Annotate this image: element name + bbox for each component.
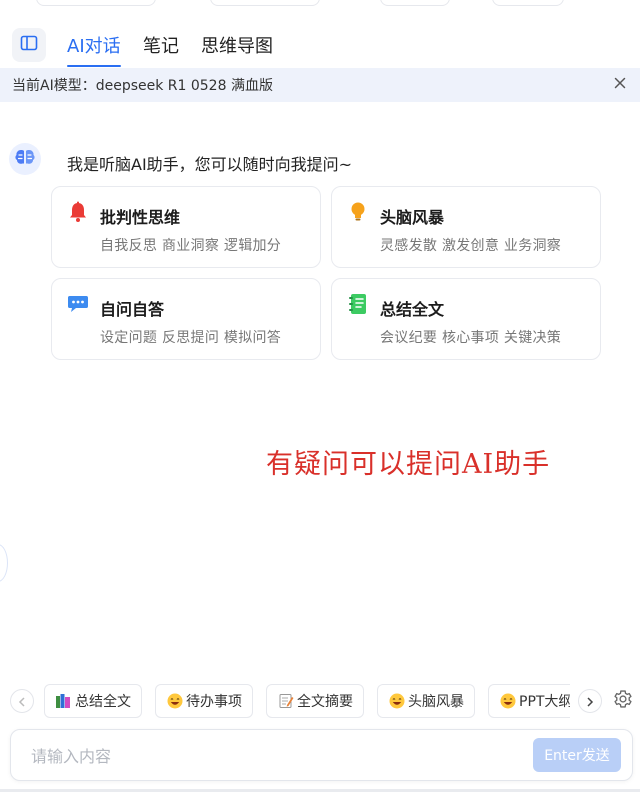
notebook-icon xyxy=(347,293,369,315)
cropped-pill xyxy=(36,0,156,6)
sidebar-panel-icon xyxy=(20,35,38,55)
chevron-right-icon xyxy=(586,692,594,711)
quick-actions-scroller: 总结全文 待办事项 全文摘要 头脑风暴 PPT大纲 xyxy=(44,684,570,718)
smile-emoji-icon xyxy=(499,693,516,710)
assistant-avatar xyxy=(9,143,41,175)
card-self-qa[interactable]: 自问自答 设定问题 反思提问 模拟问答 xyxy=(51,278,321,360)
chevron-left-icon xyxy=(18,692,26,711)
card-subtitle: 灵感发散 激发创意 业务洞察 xyxy=(380,238,562,254)
cropped-pill xyxy=(492,0,564,6)
quick-action-label: 总结全文 xyxy=(75,694,131,710)
banner-close-button[interactable] xyxy=(610,75,630,95)
top-cropped-toolbar xyxy=(0,0,640,12)
quick-action-bar: 总结全文 待办事项 全文摘要 头脑风暴 PPT大纲 xyxy=(0,684,640,718)
brain-icon xyxy=(14,148,36,170)
card-title: 自问自答 xyxy=(100,300,165,319)
tab-mind-map[interactable]: 思维导图 xyxy=(201,32,273,58)
lightbulb-icon xyxy=(347,201,369,223)
cropped-pill xyxy=(380,0,450,6)
card-brainstorm[interactable]: 头脑风暴 灵感发散 激发创意 业务洞察 xyxy=(331,186,601,268)
quick-action-brainstorm[interactable]: 头脑风暴 xyxy=(377,684,475,718)
assistant-greeting: 我是听脑AI助手，您可以随时向我提问~ xyxy=(67,155,353,174)
memo-icon xyxy=(277,693,294,710)
quick-action-summarize[interactable]: 总结全文 xyxy=(44,684,142,718)
quick-action-ppt-outline[interactable]: PPT大纲 xyxy=(488,684,570,718)
smile-emoji-icon xyxy=(166,693,183,710)
chat-bubble-icon xyxy=(67,293,89,315)
quick-action-label: 全文摘要 xyxy=(297,694,353,710)
model-banner-text: 当前AI模型：deepseek R1 0528 满血版 xyxy=(12,78,273,94)
close-icon xyxy=(614,77,626,93)
quick-actions-prev-button[interactable] xyxy=(10,689,34,713)
floating-edge-handle[interactable] xyxy=(0,544,8,582)
cropped-pill xyxy=(210,0,320,6)
model-banner: 当前AI模型：deepseek R1 0528 满血版 xyxy=(0,68,640,102)
sidebar-toggle-button[interactable] xyxy=(12,28,46,62)
card-summarize[interactable]: 总结全文 会议纪要 核心事项 关键决策 xyxy=(331,278,601,360)
quick-action-abstract[interactable]: 全文摘要 xyxy=(266,684,364,718)
message-composer: Enter发送 xyxy=(10,729,633,781)
card-title: 总结全文 xyxy=(380,300,445,319)
quick-action-todo[interactable]: 待办事项 xyxy=(155,684,253,718)
quick-actions-next-button[interactable] xyxy=(578,689,602,713)
quick-action-label: PPT大纲 xyxy=(519,694,570,710)
tab-ai-chat[interactable]: AI对话 xyxy=(67,32,121,67)
bell-icon xyxy=(67,201,89,223)
message-input[interactable] xyxy=(31,744,511,768)
quick-actions-settings-button[interactable] xyxy=(612,690,634,712)
annotation-text: 有疑问可以提问AI助手 xyxy=(266,449,551,480)
quick-action-label: 待办事项 xyxy=(186,694,242,710)
card-title: 头脑风暴 xyxy=(380,208,445,227)
send-button[interactable]: Enter发送 xyxy=(533,738,621,772)
books-icon xyxy=(55,693,72,710)
card-subtitle: 自我反思 商业洞察 逻辑加分 xyxy=(100,238,282,254)
card-critical-thinking[interactable]: 批判性思维 自我反思 商业洞察 逻辑加分 xyxy=(51,186,321,268)
smile-emoji-icon xyxy=(388,693,405,710)
card-subtitle: 会议纪要 核心事项 关键决策 xyxy=(380,330,562,346)
card-subtitle: 设定问题 反思提问 模拟问答 xyxy=(100,330,282,346)
gear-icon xyxy=(613,689,633,713)
tab-bar: AI对话 笔记 思维导图 xyxy=(0,26,640,67)
card-title: 批判性思维 xyxy=(100,208,181,227)
quick-action-label: 头脑风暴 xyxy=(408,694,464,710)
tab-notes[interactable]: 笔记 xyxy=(143,32,179,58)
